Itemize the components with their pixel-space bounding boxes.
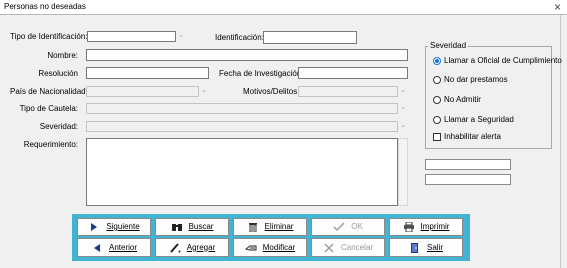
imprimir-button[interactable]: Imprimir bbox=[389, 218, 463, 236]
severidad-group-title: Severidad bbox=[428, 41, 469, 51]
buscar-button[interactable]: Buscar bbox=[155, 218, 229, 236]
identificacion-label: Identificación: bbox=[215, 33, 264, 42]
edit-hand-icon bbox=[244, 243, 257, 253]
checkbox-icon[interactable] bbox=[433, 133, 441, 141]
pais-nacionalidad-select[interactable] bbox=[86, 86, 199, 97]
info-field-2[interactable] bbox=[425, 174, 511, 185]
radio-selected-icon[interactable] bbox=[433, 57, 441, 65]
radio-icon[interactable] bbox=[433, 116, 441, 124]
tipo-identificacion-label: Tipo de Identificación: bbox=[10, 32, 88, 41]
radio-icon[interactable] bbox=[433, 96, 441, 104]
resolucion-input[interactable] bbox=[86, 67, 209, 79]
pencil-icon bbox=[169, 242, 181, 253]
chevron-down-icon[interactable]: ⌄ bbox=[398, 121, 408, 131]
info-field-1[interactable] bbox=[425, 159, 511, 170]
triangle-right-icon bbox=[88, 222, 100, 232]
siguiente-button[interactable]: Siguiente bbox=[77, 218, 151, 236]
buscar-label: Buscar bbox=[188, 222, 214, 231]
door-exit-icon bbox=[409, 242, 421, 253]
fecha-investigacion-label: Fecha de Investigación: bbox=[219, 69, 304, 78]
close-icon[interactable]: × bbox=[548, 0, 567, 14]
salir-label: Salir bbox=[426, 242, 443, 252]
ok-button[interactable]: OK bbox=[311, 218, 385, 236]
resolucion-label: Resolución bbox=[38, 69, 78, 78]
modificar-button[interactable]: Modificar bbox=[233, 238, 307, 257]
radio-icon[interactable] bbox=[433, 76, 441, 84]
radio-label: No Admitir bbox=[444, 95, 481, 104]
radio-label: No dar prestamos bbox=[444, 75, 508, 84]
agregar-label: Agregar bbox=[186, 242, 216, 252]
trash-icon bbox=[247, 222, 259, 233]
radio-no-dar-prestamos[interactable]: No dar prestamos bbox=[433, 75, 551, 85]
tipo-cautela-label: Tipo de Cautela: bbox=[19, 104, 78, 113]
x-icon bbox=[323, 243, 335, 253]
agregar-button[interactable]: Agregar bbox=[155, 238, 229, 257]
tipo-identificacion-select[interactable] bbox=[87, 31, 176, 42]
radio-label: Llamar a Oficial de Cumplimiento bbox=[444, 56, 562, 65]
nombre-input[interactable] bbox=[86, 49, 408, 61]
identificacion-input[interactable] bbox=[263, 31, 357, 44]
triangle-left-icon bbox=[91, 243, 103, 253]
printer-icon bbox=[403, 221, 415, 233]
pais-nacionalidad-label: País de Nacionalidad: bbox=[10, 87, 88, 96]
radio-no-admitir[interactable]: No Admitir bbox=[433, 95, 551, 105]
chevron-down-icon[interactable]: ⌄ bbox=[398, 86, 408, 96]
motivos-delitos-select[interactable] bbox=[298, 86, 398, 97]
checkbox-inhabilitar-alerta[interactable]: Inhabilitar alerta bbox=[433, 132, 551, 142]
chevron-down-icon[interactable]: ⌄ bbox=[398, 103, 408, 113]
radio-llamar-seguridad[interactable]: Llamar a Seguridad bbox=[433, 115, 551, 125]
severidad-label: Severidad: bbox=[39, 122, 78, 131]
nombre-label: Nombre: bbox=[47, 51, 78, 60]
chevron-down-icon[interactable]: ⌄ bbox=[176, 31, 186, 41]
checkbox-label: Inhabilitar alerta bbox=[444, 132, 501, 141]
tipo-cautela-select[interactable] bbox=[86, 103, 398, 114]
severidad-select[interactable] bbox=[86, 121, 398, 132]
cancelar-button[interactable]: Cancelar bbox=[311, 238, 385, 257]
anterior-button[interactable]: Anterior bbox=[77, 238, 151, 257]
window-title: Personas no deseadas bbox=[4, 2, 86, 11]
window-right-border bbox=[560, 15, 561, 268]
fecha-investigacion-input[interactable] bbox=[298, 67, 408, 79]
eliminar-label: Eliminar bbox=[264, 222, 294, 231]
ok-label: OK bbox=[351, 222, 363, 231]
title-bar: Personas no deseadas × bbox=[0, 0, 567, 15]
radio-llamar-oficial[interactable]: Llamar a Oficial de Cumplimiento bbox=[433, 56, 562, 66]
modificar-label: Modificar bbox=[262, 242, 296, 252]
imprimir-label: Imprimir bbox=[420, 222, 450, 231]
binoculars-icon bbox=[171, 222, 183, 232]
requerimiento-label: Requerimiento: bbox=[23, 140, 78, 149]
checkmark-icon bbox=[333, 222, 345, 232]
requerimiento-scrollbar[interactable] bbox=[398, 138, 408, 206]
salir-button[interactable]: Salir bbox=[389, 238, 463, 257]
anterior-label: Anterior bbox=[108, 242, 137, 252]
chevron-down-icon[interactable]: ⌄ bbox=[199, 86, 209, 96]
eliminar-button[interactable]: Eliminar bbox=[233, 218, 307, 236]
radio-label: Llamar a Seguridad bbox=[444, 115, 514, 124]
motivos-delitos-label: Motivos/Delitos: bbox=[243, 87, 300, 96]
cancelar-label: Cancelar bbox=[340, 242, 373, 252]
requerimiento-textarea[interactable] bbox=[86, 138, 398, 206]
siguiente-label: Siguiente bbox=[106, 222, 140, 231]
